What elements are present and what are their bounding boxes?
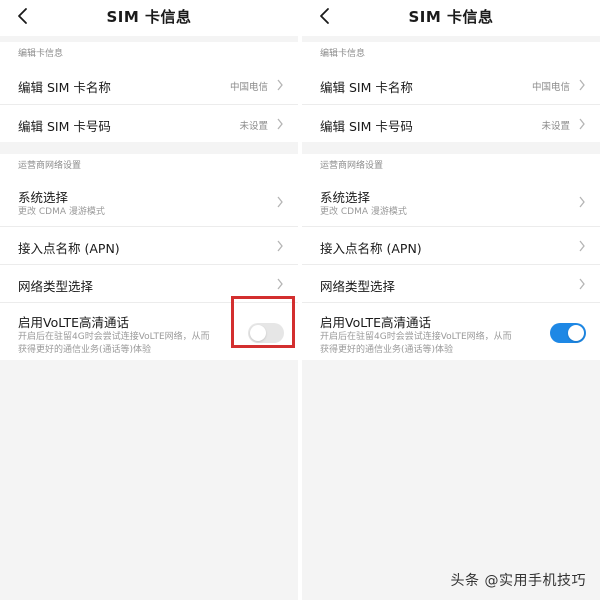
row-system-select[interactable]: 系统选择 更改 CDMA 漫游模式 bbox=[0, 178, 298, 226]
row-description: 获得更好的通信业务(通话等)体验 bbox=[320, 345, 454, 355]
comparison-view: SIM 卡信息 编辑卡信息 编辑 SIM 卡名称 中国电信 编辑 SIM 卡号码… bbox=[0, 0, 600, 600]
page-title: SIM 卡信息 bbox=[408, 8, 494, 26]
chevron-right-icon bbox=[277, 196, 283, 208]
chevron-right-icon bbox=[277, 118, 283, 130]
row-subtitle: 更改 CDMA 漫游模式 bbox=[320, 207, 407, 217]
row-label: 编辑 SIM 卡号码 bbox=[320, 119, 413, 134]
row-label: 网络类型选择 bbox=[320, 279, 396, 294]
row-label: 接入点名称 (APN) bbox=[18, 241, 120, 256]
row-label: 编辑 SIM 卡名称 bbox=[18, 80, 111, 95]
chevron-right-icon bbox=[579, 240, 585, 252]
right-pane: SIM 卡信息 编辑卡信息 编辑 SIM 卡名称 中国电信 编辑 SIM 卡号码… bbox=[302, 0, 600, 600]
chevron-right-icon bbox=[277, 79, 283, 91]
page-title: SIM 卡信息 bbox=[106, 8, 192, 26]
sim-group: 编辑 SIM 卡名称 中国电信 编辑 SIM 卡号码 未设置 bbox=[302, 66, 600, 142]
row-network-type[interactable]: 网络类型选择 bbox=[302, 264, 600, 302]
section-label-sim: 编辑卡信息 bbox=[0, 42, 298, 66]
chevron-right-icon bbox=[277, 240, 283, 252]
row-volte: 启用VoLTE高清通话 开启后在驻留4G时会尝试连接VoLTE网络，从而 获得更… bbox=[302, 302, 600, 360]
row-value: 未设置 bbox=[239, 121, 268, 132]
toggle-knob bbox=[568, 325, 584, 341]
row-value: 未设置 bbox=[541, 121, 570, 132]
section-label-sim: 编辑卡信息 bbox=[302, 42, 600, 66]
section-label-network: 运营商网络设置 bbox=[0, 154, 298, 178]
network-group: 系统选择 更改 CDMA 漫游模式 接入点名称 (APN) 网络类型选择 启用V… bbox=[302, 178, 600, 360]
row-edit-sim-name[interactable]: 编辑 SIM 卡名称 中国电信 bbox=[302, 66, 600, 104]
chevron-right-icon bbox=[579, 278, 585, 290]
row-label: 接入点名称 (APN) bbox=[320, 241, 422, 256]
row-description: 获得更好的通信业务(通话等)体验 bbox=[18, 345, 152, 355]
spacer bbox=[302, 142, 600, 154]
section-label-network: 运营商网络设置 bbox=[302, 154, 600, 178]
row-subtitle: 更改 CDMA 漫游模式 bbox=[18, 207, 105, 217]
chevron-right-icon bbox=[277, 278, 283, 290]
row-description: 开启后在驻留4G时会尝试连接VoLTE网络，从而 bbox=[320, 332, 512, 342]
header: SIM 卡信息 bbox=[302, 0, 600, 36]
row-label: 编辑 SIM 卡号码 bbox=[18, 119, 111, 134]
row-edit-sim-number[interactable]: 编辑 SIM 卡号码 未设置 bbox=[0, 104, 298, 142]
chevron-right-icon bbox=[579, 196, 585, 208]
row-system-select[interactable]: 系统选择 更改 CDMA 漫游模式 bbox=[302, 178, 600, 226]
row-edit-sim-number[interactable]: 编辑 SIM 卡号码 未设置 bbox=[302, 104, 600, 142]
row-label: 网络类型选择 bbox=[18, 279, 94, 294]
highlight-box bbox=[231, 296, 295, 348]
volte-toggle[interactable] bbox=[550, 323, 586, 343]
row-description: 开启后在驻留4G时会尝试连接VoLTE网络，从而 bbox=[18, 332, 210, 342]
row-value: 中国电信 bbox=[229, 82, 268, 93]
sim-group: 编辑 SIM 卡名称 中国电信 编辑 SIM 卡号码 未设置 bbox=[0, 66, 298, 142]
row-edit-sim-name[interactable]: 编辑 SIM 卡名称 中国电信 bbox=[0, 66, 298, 104]
row-apn[interactable]: 接入点名称 (APN) bbox=[302, 226, 600, 264]
chevron-right-icon bbox=[579, 79, 585, 91]
header: SIM 卡信息 bbox=[0, 0, 298, 36]
row-label: 编辑 SIM 卡名称 bbox=[320, 80, 413, 95]
chevron-right-icon bbox=[579, 118, 585, 130]
spacer bbox=[0, 142, 298, 154]
row-apn[interactable]: 接入点名称 (APN) bbox=[0, 226, 298, 264]
row-value: 中国电信 bbox=[531, 82, 570, 93]
watermark: 头条 @实用手机技巧 bbox=[450, 573, 586, 589]
